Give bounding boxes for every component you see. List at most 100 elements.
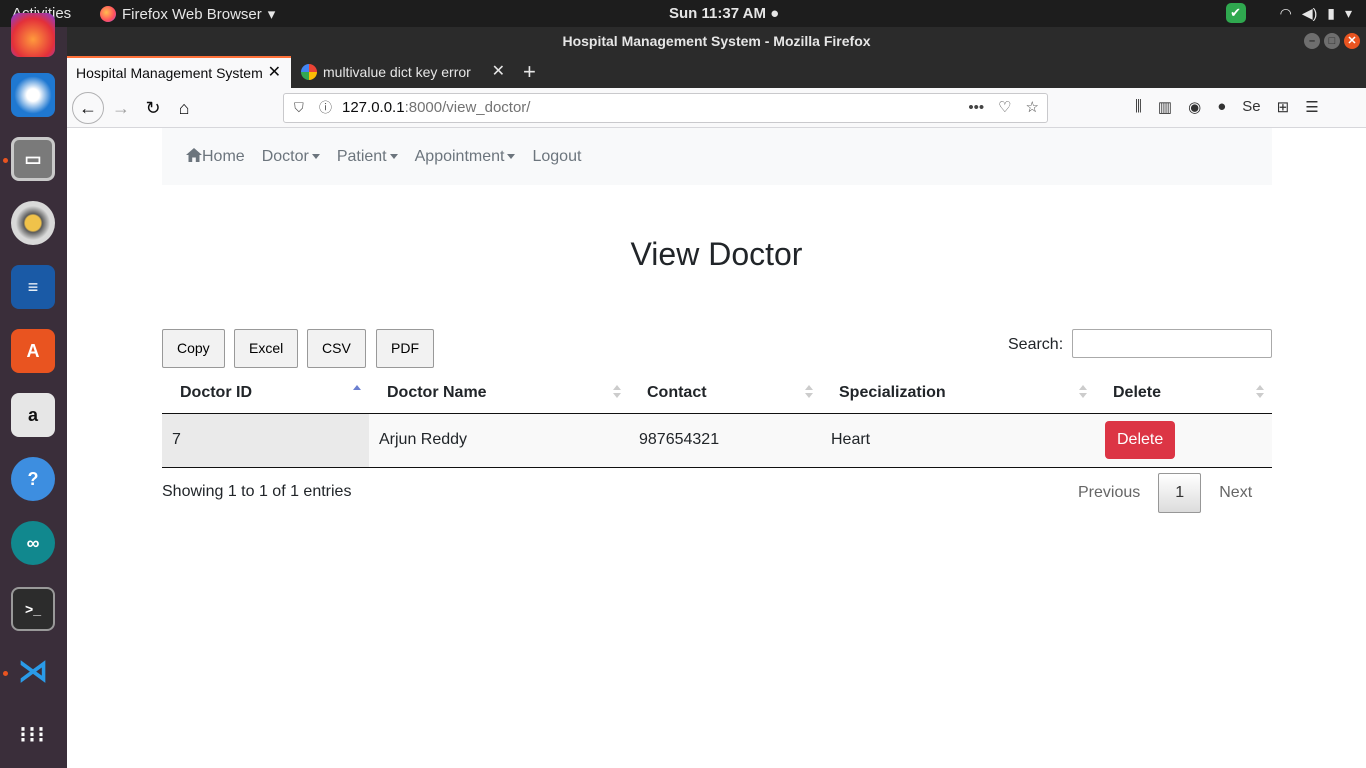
selenium-icon[interactable]: Se bbox=[1242, 98, 1260, 116]
shield-icon[interactable]: ⛉ bbox=[294, 94, 304, 122]
tab-bar: Hospital Management System ✕ multivalue … bbox=[67, 55, 1366, 88]
cell-specialization: Heart bbox=[821, 413, 1095, 468]
new-tab-button[interactable]: + bbox=[523, 56, 536, 88]
cell-delete: Delete bbox=[1095, 413, 1272, 468]
pagination: Previous 1 Next bbox=[1062, 473, 1268, 513]
help-icon[interactable]: ? bbox=[11, 457, 55, 501]
column-specialization[interactable]: Specialization bbox=[821, 373, 1095, 414]
close-tab-icon[interactable]: ✕ bbox=[268, 58, 281, 88]
table-header-row: Doctor ID Doctor Name Contact Specializa… bbox=[162, 373, 1272, 414]
tab-hospital-management[interactable]: Hospital Management System ✕ bbox=[67, 56, 291, 88]
toolbar-icons: ⫼ ▥ ◉ ● Se ⊞ ☰ bbox=[1135, 98, 1319, 116]
thunderbird-icon[interactable] bbox=[11, 73, 55, 117]
chevron-down-icon: ▾ bbox=[1344, 4, 1352, 21]
nav-doctor-dropdown[interactable]: Doctor bbox=[262, 148, 320, 166]
cell-doctor-name: Arjun Reddy bbox=[369, 413, 629, 468]
system-top-bar: Activities Firefox Web Browser ▾ Sun 11:… bbox=[0, 0, 1366, 27]
vscode-icon[interactable]: ⋊ bbox=[11, 649, 55, 693]
sort-icon bbox=[1256, 385, 1264, 399]
clock[interactable]: Sun 11:37 AM ● bbox=[669, 5, 779, 22]
sidebar-icon[interactable]: ▥ bbox=[1158, 98, 1172, 116]
sort-icon bbox=[613, 385, 621, 399]
excel-button[interactable]: Excel bbox=[234, 329, 299, 368]
nav-appointment-dropdown[interactable]: Appointment bbox=[415, 148, 516, 166]
shield-check-icon[interactable]: ✔ bbox=[1225, 3, 1246, 23]
csv-button[interactable]: CSV bbox=[307, 329, 366, 368]
sort-icon bbox=[1079, 385, 1087, 399]
tab-label: multivalue dict key error bbox=[323, 64, 471, 80]
minimize-icon[interactable]: – bbox=[1304, 33, 1320, 49]
firefox-icon[interactable] bbox=[11, 13, 55, 57]
amazon-icon[interactable]: a bbox=[11, 393, 55, 437]
system-tray[interactable]: ✔ ◠ ◀) ▮ ▾ bbox=[1225, 3, 1352, 23]
info-icon[interactable]: ⓘ bbox=[319, 94, 332, 122]
writer-icon[interactable]: ≡ bbox=[11, 265, 55, 309]
app-navbar: Home Doctor Patient Appointment Logout bbox=[162, 128, 1272, 185]
volume-icon: ◀) bbox=[1301, 4, 1318, 21]
window-controls: – □ ✕ bbox=[1304, 33, 1360, 49]
caret-down-icon bbox=[507, 153, 516, 159]
nav-patient-dropdown[interactable]: Patient bbox=[337, 148, 398, 166]
tab-multivalue-dict[interactable]: multivalue dict key error ✕ bbox=[291, 56, 515, 88]
caret-down-icon bbox=[311, 153, 320, 159]
tab-label: Hospital Management System bbox=[76, 65, 262, 81]
web-page: Home Doctor Patient Appointment Logout V… bbox=[67, 128, 1366, 768]
close-tab-icon[interactable]: ✕ bbox=[492, 56, 505, 88]
cell-contact: 987654321 bbox=[629, 413, 821, 468]
files-icon[interactable]: ▭ bbox=[11, 137, 55, 181]
back-button[interactable]: ← bbox=[72, 92, 104, 124]
caret-down-icon bbox=[389, 153, 398, 159]
table-row: 7 Arjun Reddy 987654321 Heart Delete bbox=[162, 413, 1272, 468]
delete-button[interactable]: Delete bbox=[1105, 421, 1176, 459]
show-apps-icon[interactable]: ⁝⁝⁝ bbox=[11, 713, 55, 757]
sort-icon bbox=[805, 385, 813, 399]
extension-icon[interactable]: ● bbox=[1217, 98, 1226, 116]
terminal-icon[interactable]: >_ bbox=[11, 587, 55, 631]
account-icon[interactable]: ◉ bbox=[1188, 98, 1201, 116]
more-icon[interactable]: ••• bbox=[968, 94, 984, 122]
column-contact[interactable]: Contact bbox=[629, 373, 821, 414]
doctor-table: Doctor ID Doctor Name Contact Specializa… bbox=[162, 373, 1272, 468]
battery-icon: ▮ bbox=[1327, 4, 1335, 21]
arduino-icon[interactable]: ∞ bbox=[11, 521, 55, 565]
url-text: 127.0.0.1:8000/view_doctor/ bbox=[342, 99, 531, 116]
google-icon bbox=[301, 63, 317, 80]
previous-button[interactable]: Previous bbox=[1062, 474, 1156, 512]
bookmark-star-icon[interactable]: ☆ bbox=[1026, 94, 1039, 122]
forward-button[interactable]: → bbox=[107, 94, 135, 122]
extensions-icon[interactable]: ⊞ bbox=[1277, 98, 1290, 116]
pocket-icon[interactable]: ♡ bbox=[998, 94, 1011, 122]
library-icon[interactable]: ⫼ bbox=[1135, 98, 1142, 116]
home-icon bbox=[186, 147, 202, 162]
table-info: Showing 1 to 1 of 1 entries bbox=[162, 483, 352, 500]
maximize-icon[interactable]: □ bbox=[1324, 33, 1340, 49]
url-actions: ••• ♡ ☆ bbox=[968, 94, 1039, 122]
search-input[interactable] bbox=[1072, 329, 1272, 358]
firefox-icon bbox=[100, 6, 116, 22]
page-1-button[interactable]: 1 bbox=[1158, 473, 1202, 513]
nav-home[interactable]: Home bbox=[186, 147, 245, 166]
rhythmbox-icon[interactable] bbox=[11, 201, 55, 245]
column-doctor-id[interactable]: Doctor ID bbox=[162, 373, 369, 414]
pdf-button[interactable]: PDF bbox=[376, 329, 434, 368]
menu-icon[interactable]: ☰ bbox=[1305, 98, 1318, 116]
wifi-icon: ◠ bbox=[1279, 4, 1292, 21]
chevron-down-icon: ▾ bbox=[267, 6, 276, 23]
next-button[interactable]: Next bbox=[1203, 474, 1268, 512]
home-button[interactable]: ⌂ bbox=[170, 94, 198, 122]
window-title: Hospital Management System - Mozilla Fir… bbox=[562, 33, 871, 49]
app-menu-label: Firefox Web Browser bbox=[122, 5, 262, 23]
url-bar[interactable]: ⛉ ⓘ 127.0.0.1:8000/view_doctor/ ••• ♡ ☆ bbox=[283, 93, 1048, 123]
nav-home-label: Home bbox=[202, 147, 245, 165]
running-indicator bbox=[3, 671, 8, 676]
app-menu[interactable]: Firefox Web Browser ▾ bbox=[100, 5, 275, 23]
close-icon[interactable]: ✕ bbox=[1344, 33, 1360, 49]
software-icon[interactable]: A bbox=[11, 329, 55, 373]
column-doctor-name[interactable]: Doctor Name bbox=[369, 373, 629, 414]
running-indicator bbox=[3, 158, 8, 163]
reload-button[interactable]: ↻ bbox=[139, 94, 167, 122]
copy-button[interactable]: Copy bbox=[162, 329, 225, 368]
column-delete[interactable]: Delete bbox=[1095, 373, 1272, 414]
dock: ▭ ≡ A a ? ∞ >_ ⋊ ⁝⁝⁝ bbox=[0, 13, 67, 768]
nav-logout[interactable]: Logout bbox=[532, 148, 581, 166]
